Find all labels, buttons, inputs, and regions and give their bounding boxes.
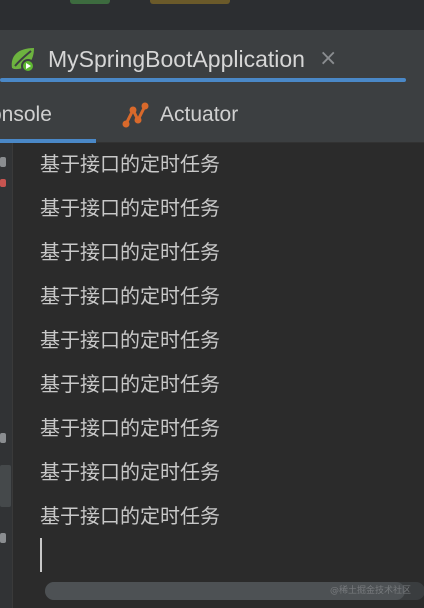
console-line: 基于接口的定时任务 — [40, 504, 220, 528]
top-strip-hint — [70, 0, 110, 4]
console-output[interactable]: 基于接口的定时任务 基于接口的定时任务 基于接口的定时任务 基于接口的定时任务 … — [13, 143, 424, 579]
run-tab-title: MySpringBootApplication — [48, 45, 305, 72]
close-icon[interactable]: × — [319, 48, 337, 70]
gutter-stop-icon[interactable] — [0, 179, 6, 187]
gutter-selected-tool[interactable] — [0, 465, 11, 507]
console-line: 基于接口的定时任务 — [40, 240, 220, 264]
left-toolbar-gutter — [0, 143, 13, 608]
watermark: @稀土掘金技术社区 — [330, 586, 412, 596]
text-caret — [40, 538, 42, 572]
tab-actuator[interactable]: Actuator — [120, 88, 238, 142]
console-line: 基于接口的定时任务 — [40, 416, 220, 440]
tool-tabs: onsole Actuator — [0, 88, 424, 143]
tab-console[interactable]: onsole — [0, 88, 52, 142]
spring-boot-run-icon — [6, 42, 40, 76]
console-line: 基于接口的定时任务 — [40, 284, 220, 308]
console-line: 基于接口的定时任务 — [40, 372, 220, 396]
tab-console-label: onsole — [0, 103, 52, 126]
gutter-tool-icon[interactable] — [0, 533, 6, 543]
gutter-rerun-icon[interactable] — [0, 157, 6, 167]
console-line: 基于接口的定时任务 — [40, 328, 220, 352]
console-line: 基于接口的定时任务 — [40, 196, 220, 220]
top-strip-hint — [150, 0, 230, 4]
console-line: 基于接口的定时任务 — [40, 152, 220, 176]
console-line: 基于接口的定时任务 — [40, 460, 220, 484]
run-tab-myspringbootapplication[interactable]: MySpringBootApplication × — [0, 36, 406, 82]
tab-actuator-label: Actuator — [160, 103, 239, 126]
gutter-tool-icon[interactable] — [0, 433, 6, 443]
window-top-strip — [0, 0, 424, 30]
actuator-icon — [120, 100, 150, 130]
run-tab-selected-indicator — [0, 78, 406, 82]
